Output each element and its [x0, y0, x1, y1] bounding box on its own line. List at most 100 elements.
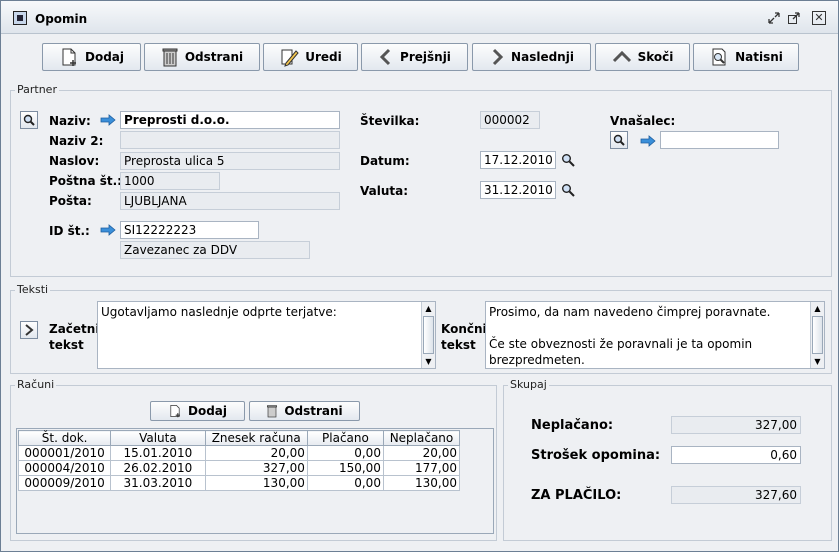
naziv-label: Naziv:: [49, 114, 91, 128]
table-cell: 31.03.2010: [110, 475, 206, 491]
zacetni-label-line2: tekst: [49, 338, 84, 352]
scroll-thumb[interactable]: [812, 316, 823, 354]
neplacano-field: 327,00: [671, 416, 801, 434]
datum-label: Datum:: [360, 154, 410, 168]
table-cell: 000001/2010: [17, 445, 112, 461]
id-label: ID št.:: [49, 224, 90, 238]
zacetni-text: Ugotavljamo naslednje odprte terjatve:: [101, 305, 337, 319]
table-cell: 327,00: [204, 460, 308, 476]
trash-icon: [162, 48, 178, 67]
id-field[interactable]: SI12222223: [120, 221, 259, 239]
jump-button[interactable]: Skoči: [595, 43, 690, 71]
posta-label: Pošta:: [49, 194, 92, 208]
edit-button-label: Uredi: [305, 50, 342, 64]
close-icon[interactable]: ✕: [812, 11, 826, 25]
invoice-add-button[interactable]: Dodaj: [150, 401, 245, 421]
naziv2-field: [120, 131, 340, 149]
add-button-label: Dodaj: [84, 50, 124, 64]
edit-button[interactable]: Uredi: [263, 43, 358, 71]
add-button[interactable]: Dodaj: [42, 43, 141, 71]
table-cell: 26.02.2010: [110, 460, 206, 476]
table-cell: 000009/2010: [17, 475, 112, 491]
table-cell: 130,00: [382, 475, 461, 491]
right-arrow-icon: [640, 135, 656, 147]
zacetni-label-line1: Začetni: [49, 322, 100, 336]
minimize-icon[interactable]: [767, 11, 781, 25]
neplacano-label: Neplačano:: [531, 418, 614, 433]
koncni-text-line3: Če ste obveznosti že poravnali je ta opo…: [489, 337, 753, 351]
table-cell: 0,00: [306, 445, 384, 461]
koncni-scrollbar[interactable]: ▲ ▼: [810, 302, 824, 368]
table-cell: 0,00: [306, 475, 384, 491]
koncni-text-line1: Prosimo, da nam navedeno čimprej poravna…: [489, 305, 771, 319]
next-button[interactable]: Naslednji: [472, 43, 591, 71]
stevilka-field: 000002: [480, 111, 540, 129]
table-cell: 000004/2010: [17, 460, 112, 476]
posta-field: LJUBLJANA: [120, 192, 340, 210]
table-row[interactable]: 000001/2010 15.01.2010 20,00 0,00 20,00: [17, 445, 461, 461]
skupaj-section-title: Skupaj: [508, 378, 549, 391]
naziv-field[interactable]: Preprosti d.o.o.: [120, 111, 340, 129]
table-row[interactable]: 000009/2010 31.03.2010 130,00 0,00 130,0…: [17, 475, 461, 491]
scroll-down-icon[interactable]: ▼: [811, 355, 824, 368]
insert-text-button[interactable]: [20, 321, 38, 339]
koncni-label-line1: Končni: [441, 322, 487, 336]
print-button-label: Natisni: [735, 50, 783, 64]
naslov-field: Preprosta ulica 5: [120, 152, 340, 170]
chevron-up-icon: [612, 50, 631, 63]
valuta-field[interactable]: 31.12.2010: [480, 181, 556, 199]
koncni-label-line2: tekst: [441, 338, 476, 352]
table-cell: 15.01.2010: [110, 445, 206, 461]
date-picker-icon[interactable]: [561, 153, 575, 167]
remove-button[interactable]: Odstrani: [144, 43, 260, 71]
partner-search-button[interactable]: [20, 111, 38, 129]
za-placilo-label: ZA PLAČILO:: [531, 488, 622, 503]
stevilka-label: Številka:: [360, 114, 420, 128]
table-cell: 150,00: [306, 460, 384, 476]
column-header[interactable]: Št. dok.: [17, 430, 112, 446]
strosek-label: Strošek opomina:: [531, 448, 661, 463]
print-button[interactable]: Natisni: [693, 43, 799, 71]
datum-field[interactable]: 17.12.2010: [480, 151, 556, 169]
table-cell: 20,00: [204, 445, 308, 461]
column-header[interactable]: Plačano: [306, 430, 384, 446]
strosek-field[interactable]: 0,60: [671, 446, 801, 464]
valuta-label: Valuta:: [360, 184, 409, 198]
postna-field: 1000: [120, 172, 220, 190]
scroll-up-icon[interactable]: ▲: [811, 302, 824, 315]
table-cell: 177,00: [382, 460, 461, 476]
invoice-add-label: Dodaj: [187, 404, 227, 418]
scroll-up-icon[interactable]: ▲: [422, 302, 435, 315]
teksti-section-title: Teksti: [15, 283, 51, 296]
date-picker-icon[interactable]: [561, 183, 575, 197]
scroll-down-icon[interactable]: ▼: [422, 355, 435, 368]
new-document-icon: [170, 405, 180, 418]
zacetni-scrollbar[interactable]: ▲ ▼: [421, 302, 435, 368]
koncni-text-area[interactable]: Prosimo, da nam navedeno čimprej poravna…: [485, 301, 825, 369]
table-row[interactable]: 000004/2010 26.02.2010 327,00 150,00 177…: [17, 460, 461, 476]
scroll-thumb[interactable]: [423, 316, 434, 354]
trash-icon: [267, 405, 278, 418]
maximize-icon[interactable]: [787, 11, 801, 25]
vnasalec-search-button[interactable]: [610, 131, 628, 149]
partner-section-title: Partner: [15, 83, 59, 96]
column-header[interactable]: Znesek računa: [204, 430, 308, 446]
window-title: Opomin: [35, 12, 88, 26]
vnasalec-field[interactable]: [660, 131, 779, 149]
new-document-icon: [62, 48, 76, 66]
column-header[interactable]: Valuta: [110, 430, 206, 446]
previous-button-label: Prejšnji: [400, 50, 451, 64]
naslov-label: Naslov:: [49, 154, 100, 168]
previous-button[interactable]: Prejšnji: [361, 43, 468, 71]
next-button-label: Naslednji: [511, 50, 574, 64]
main-toolbar: Dodaj Odstrani Uredi Prejšnji Naslednji …: [1, 34, 838, 79]
zacetni-text-area[interactable]: Ugotavljamo naslednje odprte terjatve: ▲…: [97, 301, 436, 369]
right-arrow-icon: [100, 224, 116, 236]
naziv2-label: Naziv 2:: [49, 134, 104, 148]
chevron-right-icon: [25, 324, 34, 336]
print-preview-icon: [712, 48, 726, 66]
invoice-remove-button[interactable]: Odstrani: [249, 401, 360, 421]
jump-button-label: Skoči: [637, 50, 674, 64]
pencil-edit-icon: [281, 49, 299, 67]
column-header[interactable]: Neplačano: [382, 430, 461, 446]
